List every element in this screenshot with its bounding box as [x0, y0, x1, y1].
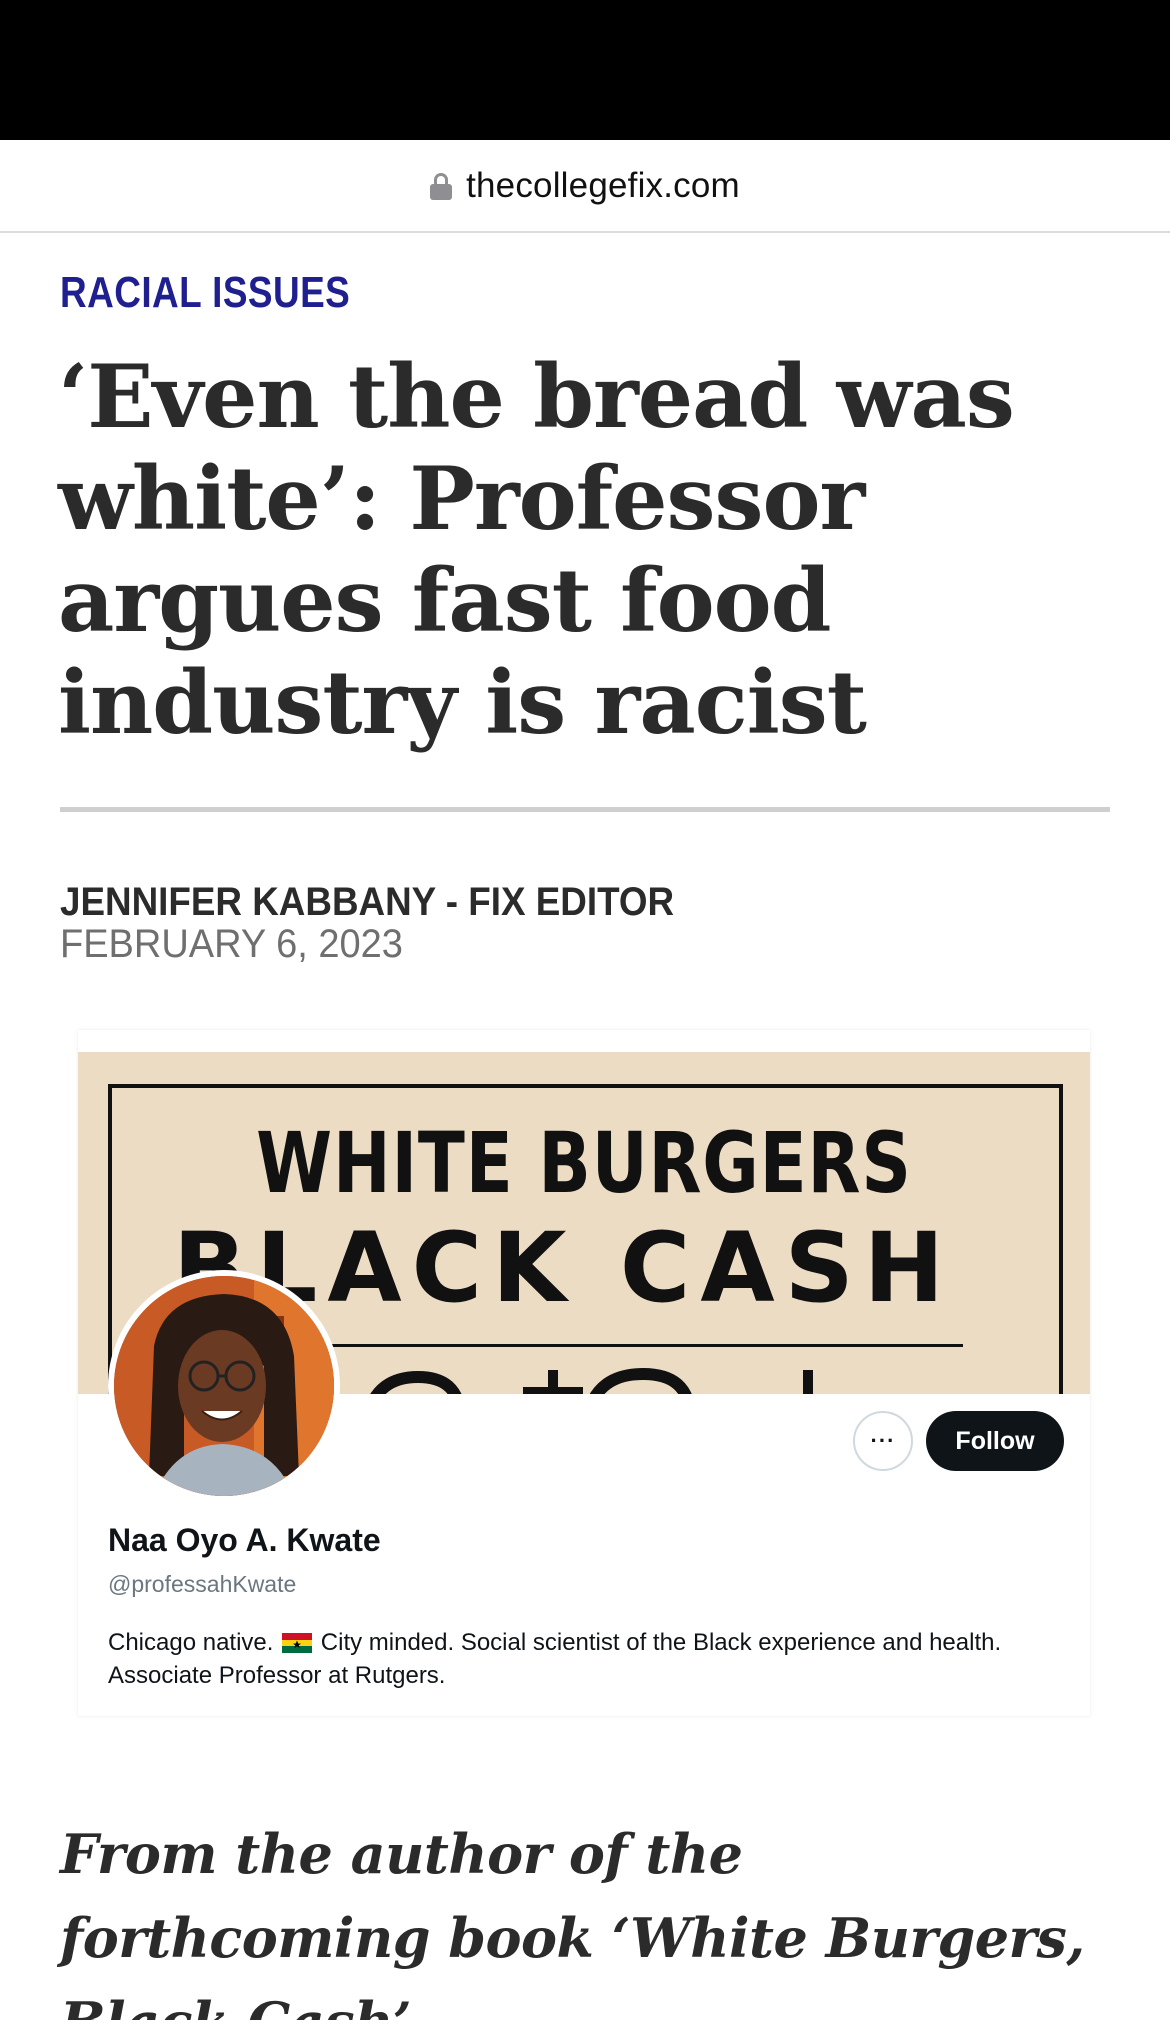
follow-button[interactable]: Follow	[926, 1411, 1064, 1471]
article-dek: From the author of the forthcoming book …	[60, 1822, 1085, 2020]
profile-handle: @professahKwate	[108, 1571, 297, 1597]
profile-name: Naa Oyo A. Kwate	[108, 1522, 381, 1558]
article-headline: ‘Even the bread was white’: Professor ar…	[58, 345, 1015, 754]
bio-text-start: Chicago native.	[108, 1629, 281, 1656]
avatar-photo	[114, 1276, 334, 1496]
ghana-flag-icon	[282, 1633, 313, 1653]
profile-avatar[interactable]	[108, 1270, 340, 1502]
category-link[interactable]: RACIAL ISSUES	[60, 268, 350, 318]
twitter-profile-embed: WHITE BURGERS BLACK CASH ··· Follow Naa …	[78, 1030, 1090, 1716]
url-text[interactable]: thecollegefix.com	[466, 166, 740, 206]
lock-icon	[430, 172, 453, 201]
publish-date: FEBRUARY 6, 2023	[60, 922, 403, 966]
headline-divider	[60, 807, 1110, 812]
profile-bio: Chicago native. City minded. Social scie…	[108, 1626, 1048, 1692]
more-options-button[interactable]: ···	[853, 1411, 913, 1471]
author-byline[interactable]: JENNIFER KABBANY - FIX EDITOR	[60, 880, 674, 925]
address-bar[interactable]: thecollegefix.com	[0, 140, 1170, 233]
status-bar	[0, 0, 1170, 140]
